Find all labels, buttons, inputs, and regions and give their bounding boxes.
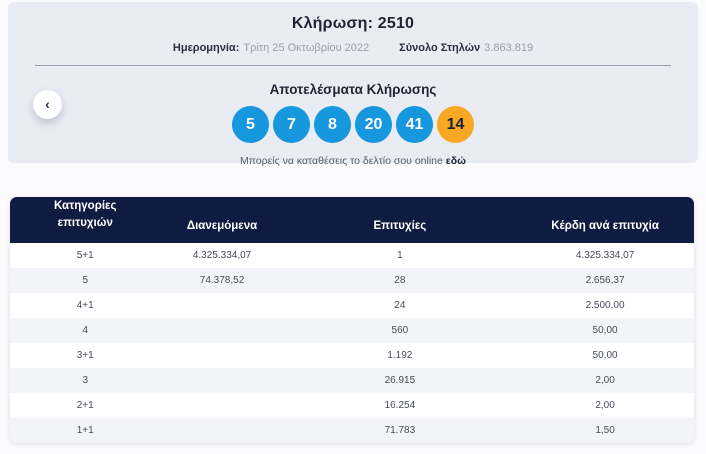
table-header-row: Κατηγορίες επιτυχιών Διανεμόμενα Επιτυχί… xyxy=(10,197,694,243)
table-row: 5 74.378,52 28 2.656,37 xyxy=(10,268,694,293)
cell-prize: 2,00 xyxy=(595,375,615,386)
column-header-prize: Κέρδη ανά επιτυχία xyxy=(516,197,694,243)
cell-prize: 2.656,37 xyxy=(585,275,625,286)
cell-prize: 1,50 xyxy=(595,425,615,436)
cell-winners: 16.254 xyxy=(384,400,416,411)
cell-category: 3 xyxy=(82,375,89,386)
cell-distributed: 74.378,52 xyxy=(199,275,245,286)
winning-numbers: 5 7 8 20 41 14 xyxy=(8,106,698,143)
draw-title: Κλήρωση: 2510 xyxy=(291,15,415,32)
cell-winners: 560 xyxy=(391,325,409,336)
cell-prize: 2.500,00 xyxy=(585,300,625,311)
cell-category: 2+1 xyxy=(76,400,94,411)
cell-distributed xyxy=(160,368,283,393)
cell-winners: 28 xyxy=(394,275,406,286)
column-header-distributed: Διανεμόμενα xyxy=(160,197,284,243)
cell-winners: 71.783 xyxy=(384,425,416,436)
cell-distributed xyxy=(160,418,283,443)
cell-distributed xyxy=(160,318,283,343)
number-ball: 7 xyxy=(273,106,310,143)
cell-winners: 1.192 xyxy=(387,350,413,361)
divider xyxy=(35,65,671,66)
cell-distributed xyxy=(160,343,283,368)
cell-prize: 50,00 xyxy=(592,350,618,361)
table-row: 3 26.915 2,00 xyxy=(10,368,694,393)
draw-date-label: Ημερομηνία: xyxy=(172,42,240,54)
cell-category: 3+1 xyxy=(76,350,94,361)
table-row: 4+1 24 2.500,00 xyxy=(10,293,694,318)
cell-category: 5+1 xyxy=(76,250,94,261)
draw-date-value: Τρίτη 25 Οκτωβρίου 2022 xyxy=(243,42,370,54)
cell-category: 4 xyxy=(82,325,89,336)
column-header-category: Κατηγορίες επιτυχιών xyxy=(10,197,161,243)
cell-winners: 26.915 xyxy=(384,375,416,386)
table-row: 1+1 71.783 1,50 xyxy=(10,418,694,443)
cell-category: 5 xyxy=(82,275,89,286)
cell-prize: 4.325.334,07 xyxy=(575,250,635,261)
online-note-link[interactable]: εδώ xyxy=(446,155,466,167)
draw-date: Ημερομηνία: Τρίτη 25 Οκτωβρίου 2022 xyxy=(173,42,369,54)
cell-winners: 1 xyxy=(397,250,403,261)
joker-ball: 14 xyxy=(437,106,474,143)
number-ball: 20 xyxy=(355,106,392,143)
cell-prize: 2,00 xyxy=(595,400,615,411)
previous-draw-button[interactable]: ‹ xyxy=(33,90,62,119)
total-columns-label: Σύνολο Στηλών xyxy=(399,42,481,54)
online-note-text: Μπορείς να καταθέσεις το δελτίο σου onli… xyxy=(239,155,443,167)
draw-summary-card: Κλήρωση: 2510 Ημερομηνία: Τρίτη 25 Οκτωβρ… xyxy=(8,2,698,167)
column-header-winners: Επιτυχίες xyxy=(283,197,517,243)
prize-table: Κατηγορίες επιτυχιών Διανεμόμενα Επιτυχί… xyxy=(10,197,694,443)
cell-distributed: 4.325.334,07 xyxy=(192,250,252,261)
cell-winners: 24 xyxy=(394,300,406,311)
cell-prize: 50,00 xyxy=(592,325,618,336)
cell-category: 1+1 xyxy=(76,425,94,436)
number-ball: 8 xyxy=(314,106,351,143)
table-row: 2+1 16.254 2,00 xyxy=(10,393,694,418)
number-ball: 5 xyxy=(232,106,269,143)
total-columns: Σύνολο Στηλών 3.863.819 xyxy=(399,42,533,54)
draw-meta: Ημερομηνία: Τρίτη 25 Οκτωβρίου 2022 Σύνολ… xyxy=(8,42,698,54)
cell-distributed xyxy=(160,393,283,418)
total-columns-value: 3.863.819 xyxy=(484,42,534,54)
number-ball: 41 xyxy=(396,106,433,143)
cell-category: 4+1 xyxy=(76,300,94,311)
table-row: 4 560 50,00 xyxy=(10,318,694,343)
table-row: 3+1 1.192 50,00 xyxy=(10,343,694,368)
table-row: 5+1 4.325.334,07 1 4.325.334,07 xyxy=(10,243,694,268)
cell-distributed xyxy=(160,293,283,318)
chevron-left-icon: ‹ xyxy=(45,95,50,112)
results-heading: Αποτελέσματα Κλήρωσης xyxy=(269,82,437,97)
online-note: Μπορείς να καταθέσεις το δελτίο σου onli… xyxy=(8,155,698,167)
prize-table-card: Κατηγορίες επιτυχιών Διανεμόμενα Επιτυχί… xyxy=(10,197,694,443)
